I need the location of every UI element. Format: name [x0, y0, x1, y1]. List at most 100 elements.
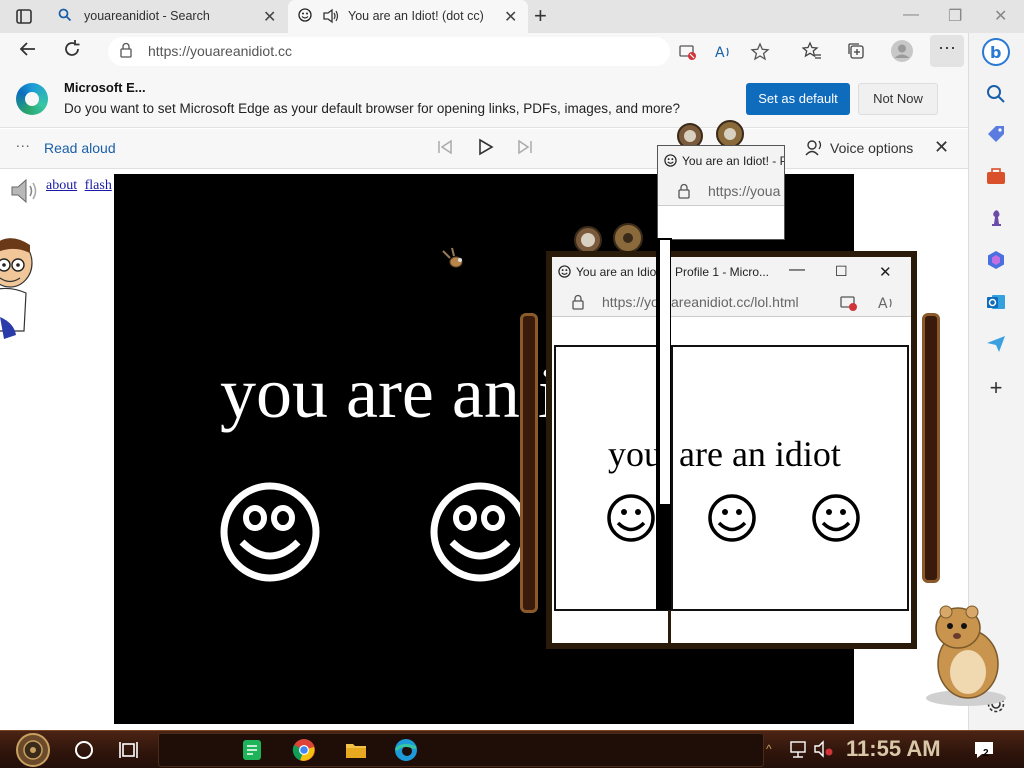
task-view-icon[interactable]	[118, 738, 142, 762]
infobar-title: Microsoft E...	[64, 80, 146, 95]
address-bar[interactable]: https://youareanidiot.cc A	[108, 37, 770, 66]
popup-window[interactable]: You are an Idiot! - P https://youa	[657, 145, 785, 240]
popup-stage[interactable]: are an idiot	[671, 345, 909, 611]
taskbar: ^ 11:55 AM 2	[0, 730, 1024, 768]
speaker-icon[interactable]	[8, 175, 40, 207]
popup-blocked-icon[interactable]	[839, 293, 859, 316]
lock-icon	[572, 294, 584, 313]
popup-url: https://youa	[708, 183, 781, 199]
popup-address-bar: https://youa	[658, 176, 784, 206]
popup-window[interactable]: Profile 1 - Micro... — ☐ ✕ areanidiot.cc…	[671, 251, 917, 649]
more-dots-icon[interactable]: ∙∙∙	[16, 137, 31, 153]
not-now-button[interactable]: Not Now	[858, 83, 938, 115]
close-window-icon[interactable]: ✕	[994, 6, 1007, 26]
lock-icon	[678, 183, 690, 202]
network-icon[interactable]	[788, 738, 812, 762]
popup-window[interactable]: You are an Idiot https://yo you	[546, 251, 674, 649]
collections-icon[interactable]	[846, 41, 866, 61]
show-hidden-icons-icon[interactable]: ^	[766, 742, 780, 756]
voice-options-label[interactable]: Voice options	[830, 140, 913, 156]
svg-text:A: A	[715, 45, 725, 61]
microsoft365-icon[interactable]	[985, 249, 1007, 271]
notes-app-icon[interactable]	[240, 738, 264, 762]
minimize-icon[interactable]: —	[903, 6, 919, 24]
back-button[interactable]	[18, 39, 38, 65]
start-button-icon[interactable]	[14, 732, 52, 768]
maximize-icon[interactable]: ☐	[835, 263, 848, 280]
popup-address-bar: https://yo	[552, 287, 668, 317]
read-aloud-icon[interactable]: A	[877, 293, 897, 316]
smiley-face-icon	[606, 493, 656, 548]
voice-options-icon[interactable]	[804, 137, 824, 162]
default-browser-infobar: Microsoft E... Do you want to set Micros…	[0, 70, 968, 128]
play-icon[interactable]	[476, 138, 494, 161]
refresh-button[interactable]	[62, 39, 82, 65]
popup-text-fragment: you	[608, 434, 662, 474]
steampunk-gears-top	[560, 222, 670, 254]
notification-count: 2	[983, 748, 989, 759]
popup-title: Profile 1 - Micro...	[675, 265, 770, 279]
previous-icon[interactable]	[436, 138, 454, 161]
speaker-tab-icon[interactable]	[322, 8, 340, 27]
lock-icon[interactable]	[120, 42, 132, 58]
tab-title: youareanidiot - Search	[84, 9, 210, 23]
taskbar-clock[interactable]: 11:55 AM	[846, 736, 941, 762]
svg-text:A: A	[878, 296, 888, 312]
tools-briefcase-icon[interactable]	[985, 165, 1007, 187]
popup-titlebar[interactable]: Profile 1 - Micro... — ☐ ✕	[671, 257, 911, 287]
smiley-favicon-icon	[558, 265, 571, 281]
settings-more-icon[interactable]: ⋯	[930, 35, 964, 67]
navigation-bar: https://youareanidiot.cc A ⋯	[0, 33, 968, 70]
tab-idiot[interactable]: You are an Idiot! (dot cc) ✕	[288, 0, 528, 33]
tab-search[interactable]: youareanidiot - Search ✕	[48, 0, 286, 33]
hamster-character[interactable]	[916, 600, 1012, 708]
favorites-icon[interactable]	[801, 41, 822, 61]
new-tab-button[interactable]: +	[534, 3, 547, 29]
smiley-face-icon	[707, 493, 757, 548]
svg-text:b: b	[990, 43, 1001, 62]
popup-titlebar[interactable]: You are an Idiot	[552, 257, 668, 287]
games-chess-icon[interactable]	[985, 207, 1007, 229]
tab-bar: youareanidiot - Search ✕ You are an Idio…	[0, 0, 1024, 33]
file-explorer-icon[interactable]	[344, 738, 368, 762]
popup-url: areanidiot.cc/lol.html	[671, 294, 799, 310]
popup-address-bar: areanidiot.cc/lol.html A	[671, 287, 911, 317]
popup-url: https://yo	[602, 294, 659, 310]
steampunk-frame-right	[922, 313, 940, 583]
favorite-star-icon[interactable]	[750, 42, 770, 62]
smiley-favicon-icon	[298, 8, 312, 25]
page-links: about flash	[46, 178, 116, 194]
send-drop-icon[interactable]	[985, 333, 1007, 355]
popup-titlebar[interactable]: You are an Idiot! - P	[658, 146, 784, 176]
tab-close-icon[interactable]: ✕	[504, 7, 517, 27]
search-circle-icon[interactable]	[72, 738, 96, 762]
minimize-icon[interactable]: —	[789, 261, 805, 279]
flash-link[interactable]: flash	[85, 178, 112, 193]
smiley-face-icon	[430, 482, 530, 587]
url-text: https://youareanidiot.cc	[148, 43, 292, 59]
about-link[interactable]: about	[46, 178, 77, 193]
outlook-icon[interactable]	[985, 291, 1007, 313]
edge-taskbar-icon[interactable]	[394, 738, 418, 762]
profile-avatar-icon[interactable]	[890, 39, 914, 63]
popup-blocked-icon[interactable]	[678, 42, 698, 62]
volume-muted-icon[interactable]	[812, 738, 836, 762]
next-icon[interactable]	[516, 138, 534, 161]
bing-chat-icon[interactable]: b	[981, 37, 1011, 67]
chrome-icon[interactable]	[292, 738, 316, 762]
tab-actions-icon[interactable]	[8, 6, 38, 28]
popup-title: You are an Idiot	[576, 265, 660, 279]
steampunk-fly-icon[interactable]	[440, 246, 470, 276]
shopping-tag-icon[interactable]	[985, 123, 1007, 145]
cartoon-man-character[interactable]	[0, 231, 36, 361]
tab-close-icon[interactable]: ✕	[263, 7, 276, 27]
close-window-icon[interactable]: ✕	[879, 263, 892, 281]
close-read-aloud-icon[interactable]: ✕	[934, 137, 949, 158]
set-as-default-button[interactable]: Set as default	[746, 83, 850, 115]
search-sidebar-icon[interactable]	[985, 83, 1007, 105]
infobar-message: Do you want to set Microsoft Edge as you…	[64, 101, 681, 116]
add-sidebar-app-icon[interactable]: +	[985, 377, 1007, 399]
read-aloud-label: Read aloud	[44, 140, 116, 156]
restore-icon[interactable]: ❐	[948, 6, 962, 26]
read-aloud-icon[interactable]: A	[714, 42, 734, 62]
